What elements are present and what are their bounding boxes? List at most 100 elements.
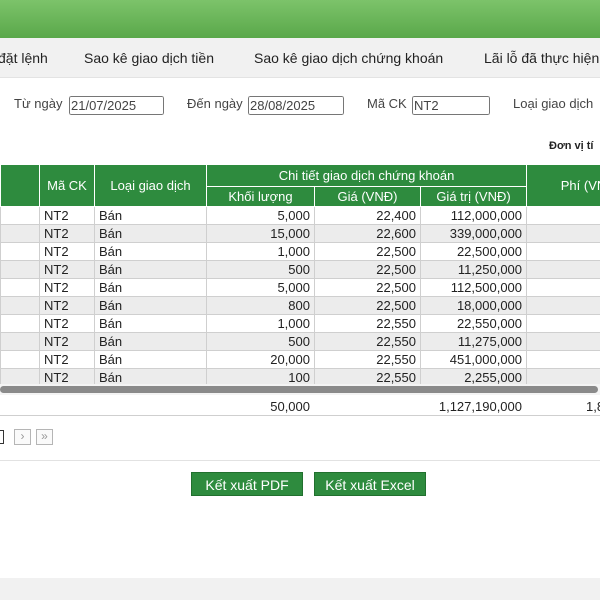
cell-fee bbox=[526, 296, 600, 315]
cell-type: Bán bbox=[94, 260, 207, 279]
cell-symbol: NT2 bbox=[39, 260, 95, 279]
table-row: NT2Bán5,00022,500112,500,0001 bbox=[0, 278, 600, 297]
col-price-header: Giá (VNĐ) bbox=[314, 186, 421, 207]
cell-symbol: NT2 bbox=[39, 224, 95, 243]
cell-qty: 5,000 bbox=[206, 278, 315, 297]
cell-fee bbox=[526, 332, 600, 351]
cell-value: 22,500,000 bbox=[419, 242, 528, 261]
cell-value: 18,000,000 bbox=[419, 296, 528, 315]
cell-type: Bán bbox=[94, 368, 207, 384]
transactions-table: Mã CK Loại giao dịch Chi tiết giao dịch … bbox=[0, 164, 600, 384]
tab-sao-ke-chung-khoan[interactable]: Sao kê giao dịch chứng khoán bbox=[254, 50, 443, 66]
transactions-table-wrap: Mã CK Loại giao dịch Chi tiết giao dịch … bbox=[0, 164, 600, 384]
total-value: 1,127,190,000 bbox=[438, 399, 522, 414]
cell-fee bbox=[526, 242, 600, 261]
cell-qty: 800 bbox=[206, 296, 315, 315]
symbol-label: Mã CK bbox=[367, 96, 407, 111]
cell-price: 22,500 bbox=[314, 278, 421, 297]
table-row: NT2 Bán 500 22,550 11,275,000 bbox=[0, 332, 600, 351]
cell-type: Bán bbox=[94, 206, 207, 225]
horizontal-scrollbar[interactable] bbox=[0, 384, 600, 395]
total-fee: 1,8 bbox=[586, 399, 600, 414]
cell-value: 22,550,000 bbox=[419, 314, 528, 333]
next-page-button[interactable]: › bbox=[14, 429, 31, 445]
transaction-type-label: Loại giao dịch bbox=[513, 96, 594, 111]
table-row: NT2 Bán 800 22,500 18,000,000 bbox=[0, 296, 600, 315]
cell-symbol: NT2 bbox=[39, 278, 95, 297]
cell-price: 22,500 bbox=[314, 242, 421, 261]
cell-qty: 500 bbox=[206, 332, 315, 351]
cell-type: Bán bbox=[94, 296, 207, 315]
cell-price: 22,400 bbox=[314, 206, 421, 225]
cell-price: 22,500 bbox=[314, 296, 421, 315]
cell-qty: 500 bbox=[206, 260, 315, 279]
cell-symbol: NT2 bbox=[39, 296, 95, 315]
cell-type: Bán bbox=[94, 332, 207, 351]
export-excel-button[interactable]: Kết xuất Excel bbox=[314, 472, 426, 496]
table-row: NT2 Bán 1,000 22,500 22,500,000 bbox=[0, 242, 600, 261]
symbol-input[interactable] bbox=[412, 96, 490, 115]
last-page-button[interactable]: » bbox=[36, 429, 53, 445]
unit-label: Đơn vị tí bbox=[549, 140, 594, 152]
cell-fee: 1 bbox=[526, 278, 600, 297]
cell-price: 22,600 bbox=[314, 224, 421, 243]
col-index-header bbox=[0, 164, 40, 207]
cell-value: 339,000,000 bbox=[419, 224, 528, 243]
cell-fee bbox=[526, 260, 600, 279]
cell-type: Bán bbox=[94, 350, 207, 369]
page-number-edge bbox=[0, 430, 4, 444]
col-value-header: Giá trị (VNĐ) bbox=[419, 186, 528, 207]
table-row: NT2 Bán 100 22,550 2,255,000 bbox=[0, 368, 600, 384]
tab-sao-ke-tien[interactable]: Sao kê giao dịch tiền bbox=[84, 50, 214, 66]
nav-tabs: đặt lệnh Sao kê giao dịch tiền Sao kê gi… bbox=[0, 38, 600, 78]
footer-bar bbox=[0, 578, 600, 600]
cell-value: 2,255,000 bbox=[419, 368, 528, 384]
cell-price: 22,550 bbox=[314, 314, 421, 333]
table-row: NT2 Bán 1,000 22,550 22,550,000 bbox=[0, 314, 600, 333]
cell-qty: 1,000 bbox=[206, 242, 315, 261]
table-row: NT2Bán5,00022,400112,000,0002 bbox=[0, 206, 600, 225]
cell-symbol: NT2 bbox=[39, 314, 95, 333]
cell-qty: 5,000 bbox=[206, 206, 315, 225]
cell-symbol: NT2 bbox=[39, 206, 95, 225]
cell-fee: 6 bbox=[526, 224, 600, 243]
tab-dat-lenh[interactable]: đặt lệnh bbox=[0, 50, 48, 66]
cell-qty: 1,000 bbox=[206, 314, 315, 333]
cell-fee bbox=[526, 314, 600, 333]
cell-symbol: NT2 bbox=[39, 332, 95, 351]
cell-symbol: NT2 bbox=[39, 368, 95, 384]
cell-value: 11,275,000 bbox=[419, 332, 528, 351]
col-fee-header: Phí (VN bbox=[526, 164, 600, 207]
scrollbar-thumb[interactable] bbox=[0, 386, 598, 393]
cell-fee: 2 bbox=[526, 206, 600, 225]
totals-row: 50,000 1,127,190,000 1,8 bbox=[0, 396, 600, 416]
cell-type: Bán bbox=[94, 224, 207, 243]
cell-fee: 6 bbox=[526, 350, 600, 369]
cell-type: Bán bbox=[94, 242, 207, 261]
cell-price: 22,550 bbox=[314, 350, 421, 369]
from-date-input[interactable] bbox=[69, 96, 164, 115]
table-row: NT2Bán20,00022,550451,000,0006 bbox=[0, 350, 600, 369]
cell-qty: 20,000 bbox=[206, 350, 315, 369]
cell-value: 451,000,000 bbox=[419, 350, 528, 369]
table-row: NT2 Bán 500 22,500 11,250,000 bbox=[0, 260, 600, 279]
export-pdf-button[interactable]: Kết xuất PDF bbox=[191, 472, 303, 496]
cell-value: 112,000,000 bbox=[419, 206, 528, 225]
cell-type: Bán bbox=[94, 278, 207, 297]
top-header-bar bbox=[0, 0, 600, 38]
col-detail-group-header: Chi tiết giao dịch chứng khoán bbox=[205, 164, 528, 187]
to-date-label: Đến ngày bbox=[187, 96, 243, 111]
tab-lai-lo[interactable]: Lãi lỗ đã thực hiện bbox=[484, 50, 599, 66]
section-divider bbox=[0, 460, 600, 461]
cell-qty: 15,000 bbox=[206, 224, 315, 243]
cell-value: 11,250,000 bbox=[419, 260, 528, 279]
table-row: NT2Bán15,00022,600339,000,0006 bbox=[0, 224, 600, 243]
total-qty: 50,000 bbox=[270, 399, 310, 414]
cell-qty: 100 bbox=[206, 368, 315, 384]
cell-type: Bán bbox=[94, 314, 207, 333]
cell-symbol: NT2 bbox=[39, 350, 95, 369]
to-date-input[interactable] bbox=[248, 96, 344, 115]
cell-symbol: NT2 bbox=[39, 242, 95, 261]
from-date-label: Từ ngày bbox=[14, 96, 63, 111]
cell-fee bbox=[526, 368, 600, 384]
